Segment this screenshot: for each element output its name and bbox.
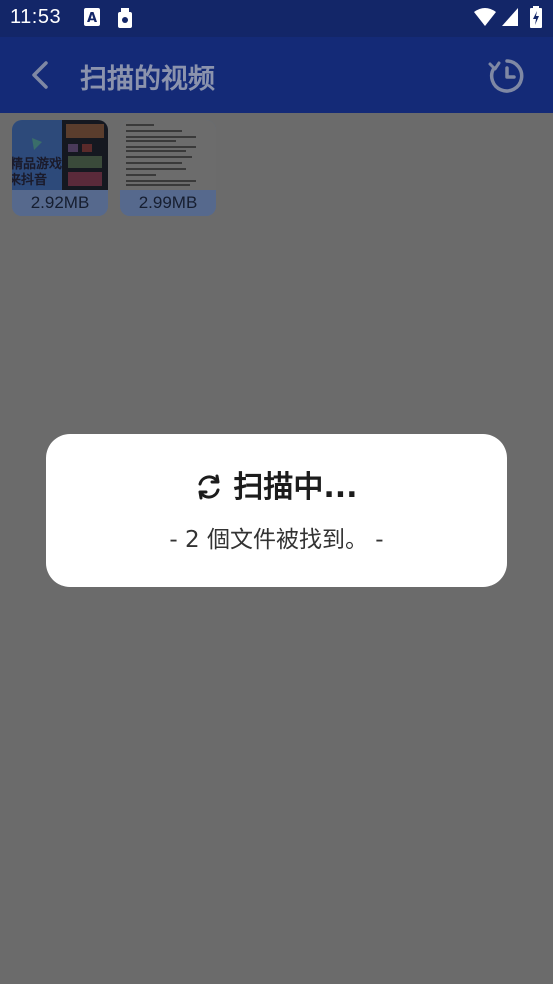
thumb-text-line2: 来抖音 xyxy=(12,172,47,188)
files-found-text: - 2 個文件被找到。 - xyxy=(169,527,384,553)
history-clock-icon xyxy=(488,59,524,93)
app-a-notification-icon: A xyxy=(84,8,100,30)
back-arrow-icon xyxy=(32,61,48,89)
dialog-title-text: 扫描中... xyxy=(233,470,358,505)
video-thumbnail: 精品游戏 来抖音 xyxy=(12,120,108,190)
status-bar: 11:53 A xyxy=(0,0,553,37)
video-tile[interactable]: 2.99MB xyxy=(120,120,216,216)
scanning-dialog: 扫描中... - 2 個文件被找到。 - xyxy=(46,434,507,587)
cleaner-notification-icon xyxy=(116,8,134,32)
video-thumbnail xyxy=(120,120,216,190)
back-button[interactable] xyxy=(24,57,58,93)
battery-icon xyxy=(530,6,542,32)
app-bar: 扫描的视频 xyxy=(0,37,553,113)
signal-icon xyxy=(502,8,518,30)
wifi-icon xyxy=(474,8,496,30)
dialog-title: 扫描中... xyxy=(46,462,507,509)
status-time: 11:53 xyxy=(10,6,62,28)
video-tile[interactable]: 精品游戏 来抖音 2.92MB xyxy=(12,120,108,216)
file-size-label: 2.99MB xyxy=(120,190,216,216)
file-size-label: 2.92MB xyxy=(12,190,108,216)
thumb-text-line1: 精品游戏 xyxy=(12,156,62,172)
svg-text:A: A xyxy=(87,11,97,26)
page-title: 扫描的视频 xyxy=(80,64,215,95)
refresh-spinner-icon xyxy=(195,473,223,509)
history-button[interactable] xyxy=(487,56,527,96)
